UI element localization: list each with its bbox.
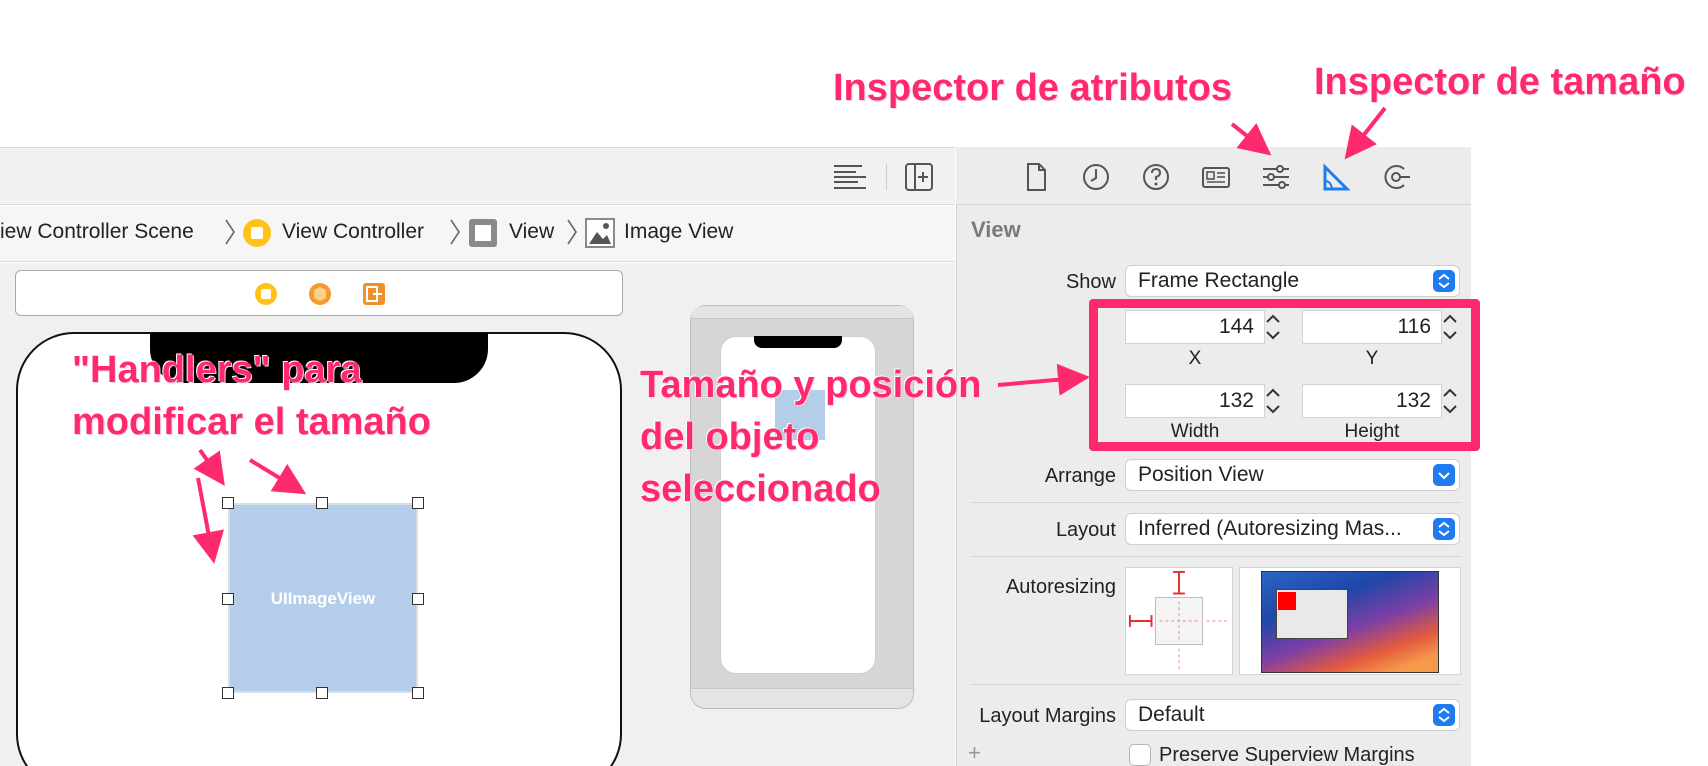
arrow-to-handle-left xyxy=(192,477,225,564)
annotation-arrows xyxy=(192,106,1387,564)
arrow-to-attributes-inspector xyxy=(1230,122,1272,156)
arrow-to-handle-top-left xyxy=(193,448,225,486)
arrow-to-size-inspector xyxy=(1344,106,1387,160)
arrow-to-size-fields xyxy=(997,363,1090,396)
arrow-to-handle-top xyxy=(248,458,307,495)
